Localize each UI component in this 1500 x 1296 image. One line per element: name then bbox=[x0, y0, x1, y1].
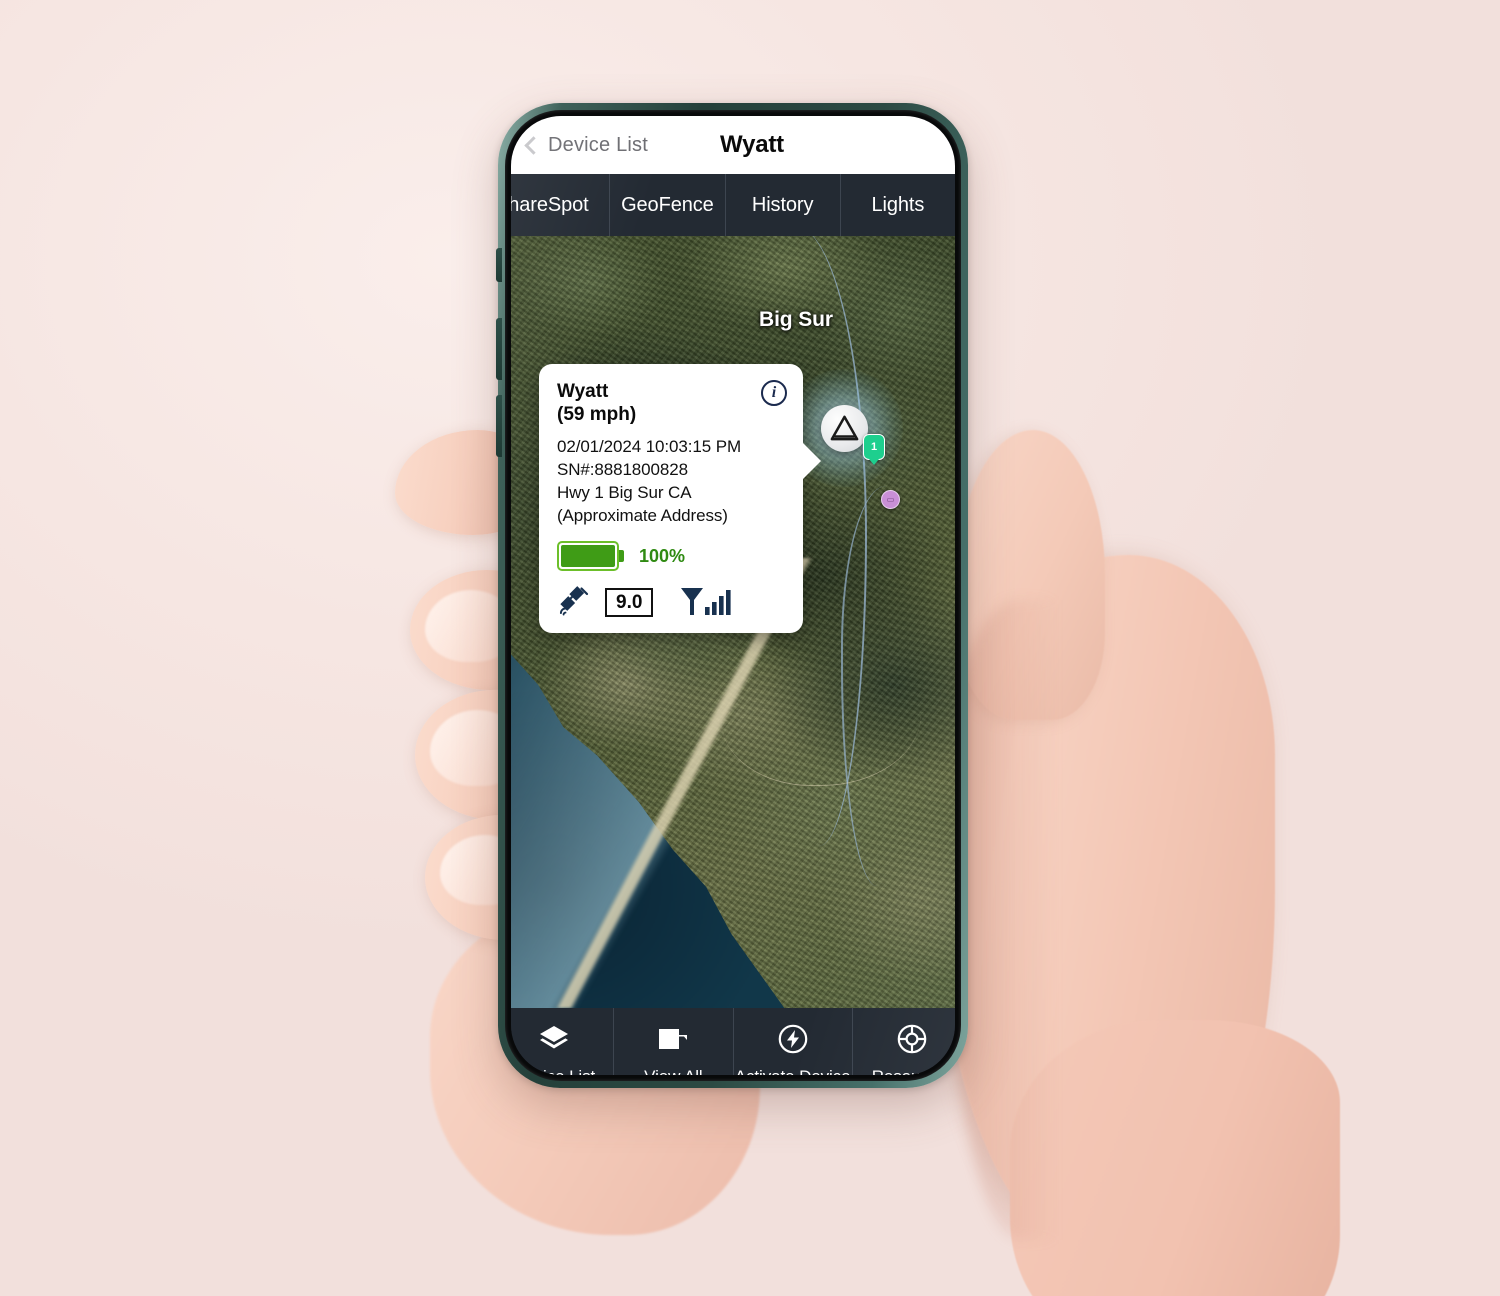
bottom-nav-resources[interactable]: Resources bbox=[853, 1008, 955, 1075]
bottom-navigation-bar: Device List View All bbox=[511, 1008, 955, 1075]
feature-tab-bar: ShareSpot GeoFence History Lights bbox=[511, 174, 955, 236]
battery-icon bbox=[557, 541, 619, 572]
card-address-note: (Approximate Address) bbox=[557, 506, 728, 526]
chevron-left-icon[interactable] bbox=[524, 135, 543, 155]
tab-sharespot[interactable]: ShareSpot bbox=[511, 174, 611, 236]
volume-down-button[interactable] bbox=[496, 395, 502, 457]
battery-fill bbox=[561, 545, 615, 568]
layers-icon bbox=[537, 1022, 571, 1056]
signal-metrics-row: 9.0 bbox=[557, 585, 787, 619]
card-device-name: Wyatt bbox=[557, 381, 609, 402]
vehicle-arrow-icon bbox=[830, 415, 859, 441]
phone-screen: Device List Wyatt ShareSpot GeoFence His… bbox=[511, 116, 955, 1075]
vehicle-marker[interactable] bbox=[821, 405, 868, 452]
poi-pin-icon[interactable]: ▭ bbox=[881, 490, 900, 509]
hdop-value: 9.0 bbox=[605, 587, 654, 617]
signal-bars-icon bbox=[681, 588, 732, 616]
card-device-speed: (59 mph) bbox=[557, 404, 637, 426]
bottom-nav-activate-device[interactable]: Activate Device bbox=[734, 1008, 853, 1075]
info-circle-icon[interactable]: i bbox=[761, 380, 787, 406]
phone-bezel: Device List Wyatt ShareSpot GeoFence His… bbox=[505, 110, 961, 1081]
bottom-nav-device-list-label: Device List bbox=[513, 1067, 595, 1075]
volume-up-button[interactable] bbox=[496, 318, 502, 380]
folder-icon bbox=[656, 1022, 690, 1056]
card-timestamp: 02/01/2024 10:03:15 PM bbox=[557, 436, 742, 456]
tab-lights-label: Lights bbox=[871, 193, 925, 216]
lightning-circle-icon bbox=[776, 1022, 810, 1056]
satellite-map[interactable]: Big Sur 1 ▭ Wyatt (59 mph) i 02/01/2024 … bbox=[511, 236, 955, 1008]
map-place-label-big-sur: Big Sur bbox=[759, 308, 833, 331]
bottom-nav-view-all-label: View All bbox=[644, 1067, 703, 1075]
tab-history-label: History bbox=[751, 193, 814, 216]
bottom-nav-device-list[interactable]: Device List bbox=[511, 1008, 615, 1075]
card-detail-lines: 02/01/2024 10:03:15 PM SN#:8881800828 Hw… bbox=[557, 435, 787, 527]
card-serial-number: SN#:8881800828 bbox=[557, 459, 688, 479]
bottom-nav-activate-device-label: Activate Device bbox=[735, 1067, 851, 1075]
device-info-card[interactable]: Wyatt (59 mph) i 02/01/2024 10:03:15 PM … bbox=[539, 364, 821, 634]
bottom-nav-view-all[interactable]: View All bbox=[614, 1008, 734, 1075]
tab-geofence-label: GeoFence bbox=[621, 193, 714, 216]
app-navigation-bar: Device List Wyatt bbox=[511, 116, 955, 174]
tab-lights[interactable]: Lights bbox=[841, 174, 955, 236]
tab-geofence[interactable]: GeoFence bbox=[610, 174, 726, 236]
marker-count-label: 1 bbox=[870, 441, 878, 453]
satellite-icon bbox=[559, 586, 589, 616]
card-header: Wyatt (59 mph) i bbox=[557, 380, 787, 427]
phone-device: Device List Wyatt ShareSpot GeoFence His… bbox=[496, 103, 968, 1088]
tab-history[interactable]: History bbox=[726, 174, 841, 236]
tab-sharespot-label: ShareSpot bbox=[511, 193, 589, 216]
card-address: Hwy 1 Big Sur CA bbox=[557, 482, 692, 502]
bottom-nav-resources-label: Resources bbox=[872, 1067, 952, 1075]
mute-switch[interactable] bbox=[496, 248, 502, 282]
card-title-block: Wyatt (59 mph) bbox=[557, 380, 636, 427]
back-button-label[interactable]: Device List bbox=[548, 134, 648, 157]
lifebuoy-icon bbox=[895, 1022, 929, 1056]
battery-percent-label: 100% bbox=[639, 545, 686, 566]
battery-status-row: 100% bbox=[557, 541, 787, 572]
marker-count-badge[interactable]: 1 bbox=[863, 434, 885, 460]
